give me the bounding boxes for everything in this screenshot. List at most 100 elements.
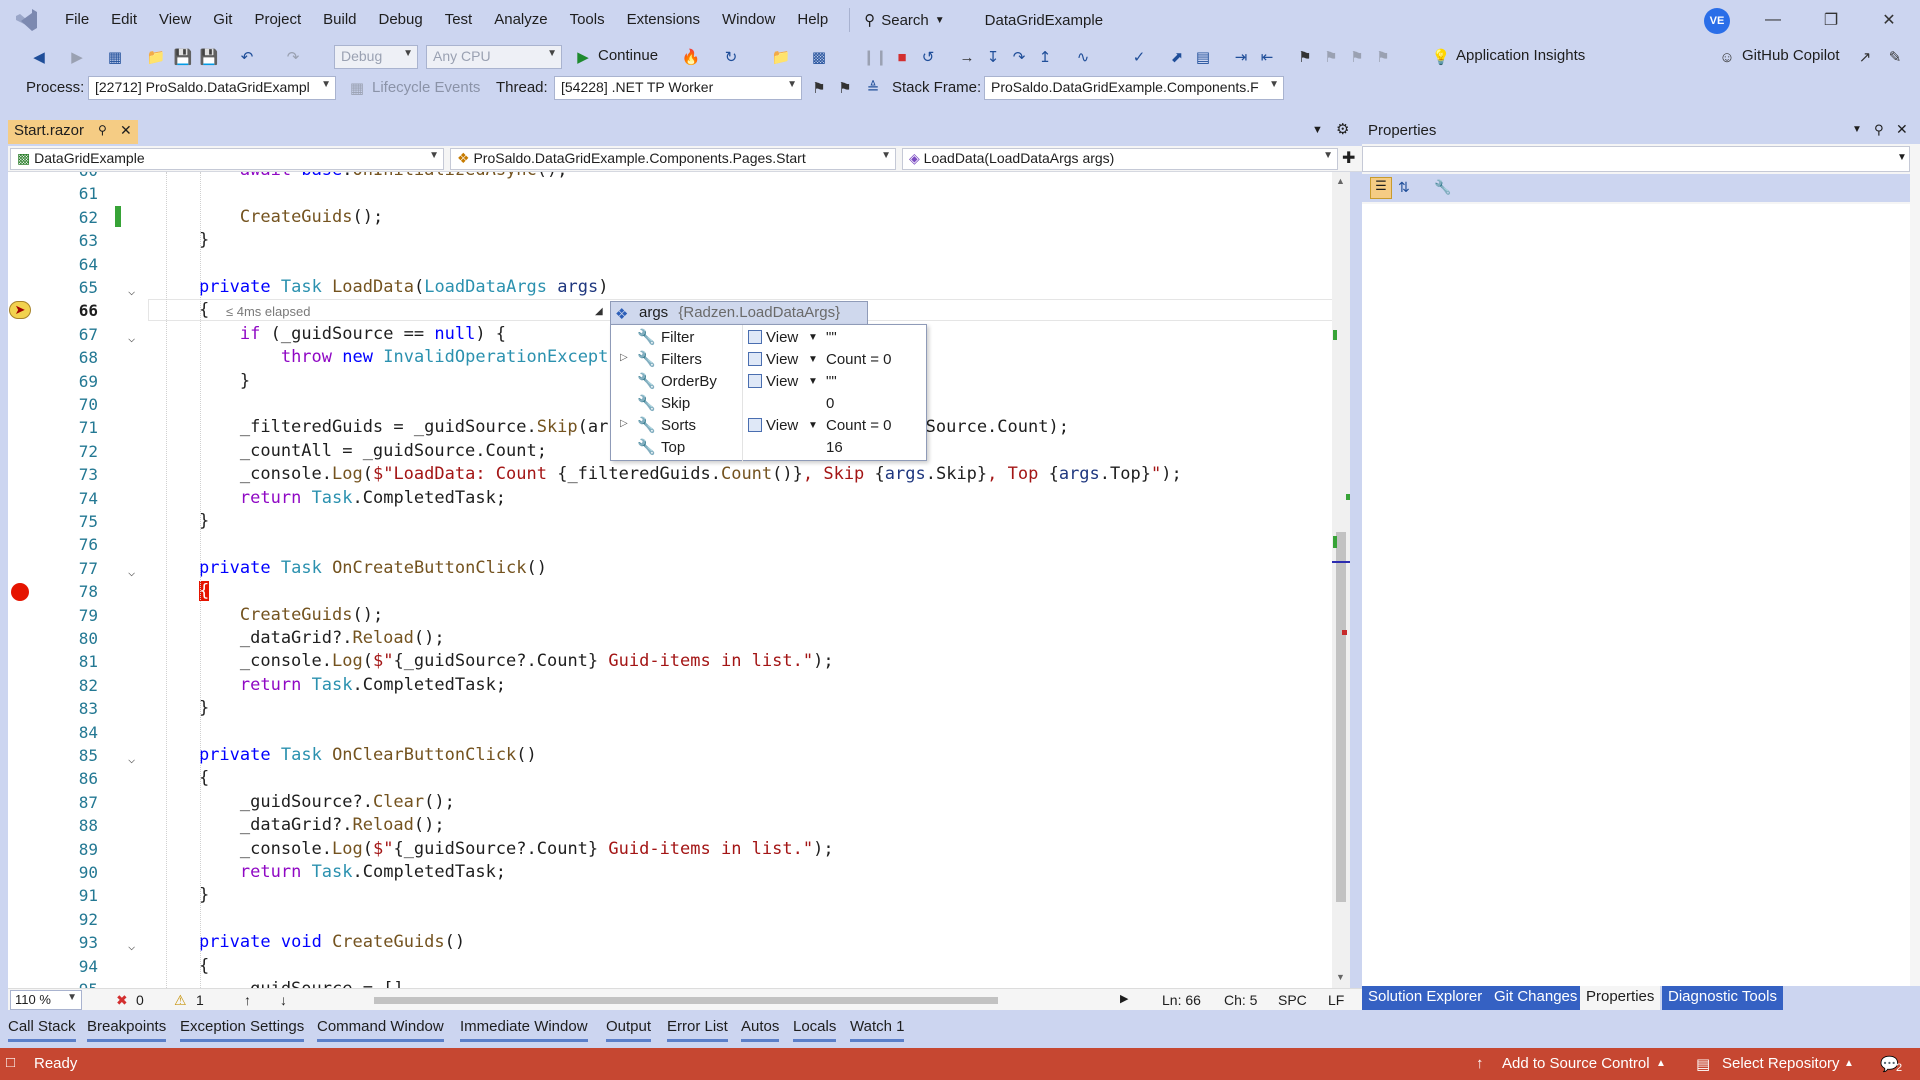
line-ending[interactable]: LF [1328, 992, 1344, 1008]
code-line[interactable]: 84 [8, 721, 1338, 744]
restart-icon[interactable]: ↺ [917, 46, 939, 68]
code-line[interactable]: 93 private void CreateGuids() ⌵ [8, 931, 1338, 954]
add-to-source-control[interactable]: Add to Source Control [1502, 1055, 1650, 1072]
pin-icon[interactable]: ⚲ [1874, 122, 1884, 138]
collapse-datatip-icon[interactable]: ◢ [595, 306, 603, 317]
expand-icon[interactable]: ▷ [620, 418, 628, 429]
datatip-row[interactable]: 🔧 Top 16 [611, 437, 928, 459]
menu-debug[interactable]: Debug [368, 0, 434, 40]
code-line[interactable]: 82 return Task.CompletedTask; [8, 674, 1338, 697]
previous-issue-icon[interactable]: ↑ [244, 992, 251, 1008]
datatip-row[interactable]: 🔧 Skip 0 [611, 393, 928, 415]
scroll-down-icon[interactable]: ▼ [1336, 972, 1345, 982]
chevron-down-icon[interactable]: ▼ [808, 332, 818, 343]
chevron-down-icon[interactable]: ▼ [808, 376, 818, 387]
open-folder-icon[interactable]: 📁 [145, 46, 167, 68]
menu-test[interactable]: Test [434, 0, 484, 40]
navigate-forward-icon[interactable]: ▶ [66, 46, 88, 68]
tab-output[interactable]: Output [606, 1018, 652, 1042]
code-line[interactable]: 85 private Task OnClearButtonClick() ⌵ [8, 744, 1338, 767]
spell-check-icon[interactable]: ✓ [1128, 46, 1150, 68]
error-count[interactable]: 0 [136, 992, 144, 1008]
thread-dropdown[interactable]: [54228] .NET TP Worker ▼ [554, 76, 802, 100]
settings-gear-icon[interactable]: ⚙ [1336, 120, 1349, 138]
code-line[interactable]: 62 CreateGuids(); [8, 206, 1338, 229]
datatip-row[interactable]: 🔧 Filter View ▼ "" [611, 327, 928, 349]
bookmark-icon[interactable]: ⚑ [1294, 46, 1316, 68]
close-icon[interactable]: ✕ [1896, 121, 1908, 138]
avatar[interactable]: VE [1704, 8, 1730, 34]
tab-watch-1[interactable]: Watch 1 [850, 1018, 905, 1042]
tab-start-razor[interactable]: Start.razor ⚲ ✕ [8, 120, 138, 144]
menu-git[interactable]: Git [202, 0, 243, 40]
flag-toggle-icon[interactable]: ⚑ [834, 77, 856, 99]
visualizer-icon[interactable] [748, 418, 762, 432]
format-icon[interactable]: ▤ [1192, 46, 1214, 68]
pin-icon[interactable]: ⚲ [98, 123, 107, 137]
panel-menu-icon[interactable]: ▼ [1852, 124, 1862, 135]
menu-view[interactable]: View [148, 0, 202, 40]
tab-locals[interactable]: Locals [793, 1018, 837, 1042]
view-button[interactable]: View [766, 417, 798, 434]
member-dropdown[interactable]: ◈ LoadData(LoadDataArgs args) ▼ [902, 148, 1338, 170]
menu-window[interactable]: Window [711, 0, 786, 40]
menu-edit[interactable]: Edit [100, 0, 148, 40]
undo-icon[interactable]: ↶ [236, 46, 258, 68]
share-icon[interactable]: ↗ [1854, 46, 1876, 68]
close-tab-icon[interactable]: ✕ [120, 122, 132, 139]
platform-dropdown[interactable]: Any CPU ▼ [426, 45, 562, 69]
datatip-row[interactable]: 🔧 OrderBy View ▼ "" [611, 371, 928, 393]
visualizer-icon[interactable] [748, 330, 762, 344]
next-bookmark-icon[interactable]: ⚑ [1346, 46, 1368, 68]
menu-build[interactable]: Build [312, 0, 367, 40]
tab-command-window[interactable]: Command Window [317, 1018, 444, 1042]
clear-bookmarks-icon[interactable]: ⚑ [1372, 46, 1394, 68]
tab-dropdown-icon[interactable]: ▼ [1312, 124, 1323, 136]
scroll-thumb[interactable] [1336, 532, 1346, 902]
code-line[interactable]: 65 private Task LoadData(LoadDataArgs ar… [8, 276, 1338, 299]
tab-breakpoints[interactable]: Breakpoints [87, 1018, 167, 1042]
minimize-icon[interactable]: — [1750, 6, 1796, 34]
next-issue-icon[interactable]: ↓ [280, 992, 287, 1008]
code-line[interactable]: 76 [8, 533, 1338, 556]
indentation-mode[interactable]: SPC [1278, 992, 1307, 1008]
code-line[interactable]: 91 } [8, 884, 1338, 907]
code-line[interactable]: 89 _console.Log($"{_guidSource?.Count} G… [8, 838, 1338, 861]
code-line[interactable]: 81 _console.Log($"{_guidSource?.Count} G… [8, 650, 1338, 673]
continue-icon[interactable]: ▶ [572, 46, 594, 68]
tab-solution-explorer[interactable]: Solution Explorer [1362, 986, 1489, 1010]
code-line[interactable]: 74 return Task.CompletedTask; [8, 487, 1338, 510]
tab-call-stack[interactable]: Call Stack [8, 1018, 76, 1042]
step-over-icon[interactable]: ↷ [1008, 46, 1030, 68]
code-line[interactable]: 87 _guidSource?.Clear(); [8, 791, 1338, 814]
prev-bookmark-icon[interactable]: ⚑ [1320, 46, 1342, 68]
tab-git-changes[interactable]: Git Changes [1488, 986, 1584, 1010]
menu-analyze[interactable]: Analyze [483, 0, 558, 40]
code-line[interactable]: 86 { [8, 767, 1338, 790]
error-icon[interactable]: ✖ [116, 992, 128, 1009]
search-box[interactable]: ⚲ Search ▼ [849, 8, 945, 32]
code-line[interactable]: 64 [8, 253, 1338, 276]
code-line[interactable]: 75 } [8, 510, 1338, 533]
tab-immediate-window[interactable]: Immediate Window [460, 1018, 588, 1042]
configuration-dropdown[interactable]: Debug ▼ [334, 45, 418, 69]
browse-icon[interactable]: 📁 [770, 46, 792, 68]
code-line[interactable]: 92 [8, 908, 1338, 931]
chevron-down-icon[interactable]: ▼ [808, 420, 818, 431]
flag-icon[interactable]: ⚑ [808, 77, 830, 99]
lifecycle-events-dropdown[interactable]: Lifecycle Events [372, 79, 480, 96]
step-out-icon[interactable]: ↥ [1034, 46, 1056, 68]
tab-exception-settings[interactable]: Exception Settings [180, 1018, 305, 1042]
navigate-back-icon[interactable]: ◀ [28, 46, 50, 68]
scroll-right-icon[interactable]: ▶ [1120, 992, 1128, 1005]
datatip-row[interactable]: ▷ 🔧 Filters View ▼ Count = 0 [611, 349, 928, 371]
scroll-up-icon[interactable]: ▲ [1336, 176, 1345, 186]
select-repository[interactable]: Select Repository [1722, 1055, 1840, 1072]
code-line[interactable]: 80 _dataGrid?.Reload(); [8, 627, 1338, 650]
code-line[interactable]: 95 _guidSource = [] [8, 978, 1338, 988]
view-button[interactable]: View [766, 351, 798, 368]
continue-button[interactable]: Continue [598, 47, 658, 64]
step-into-icon[interactable]: ↧ [982, 46, 1004, 68]
save-icon[interactable]: 💾 [172, 46, 194, 68]
tab-properties[interactable]: Properties [1580, 986, 1661, 1010]
